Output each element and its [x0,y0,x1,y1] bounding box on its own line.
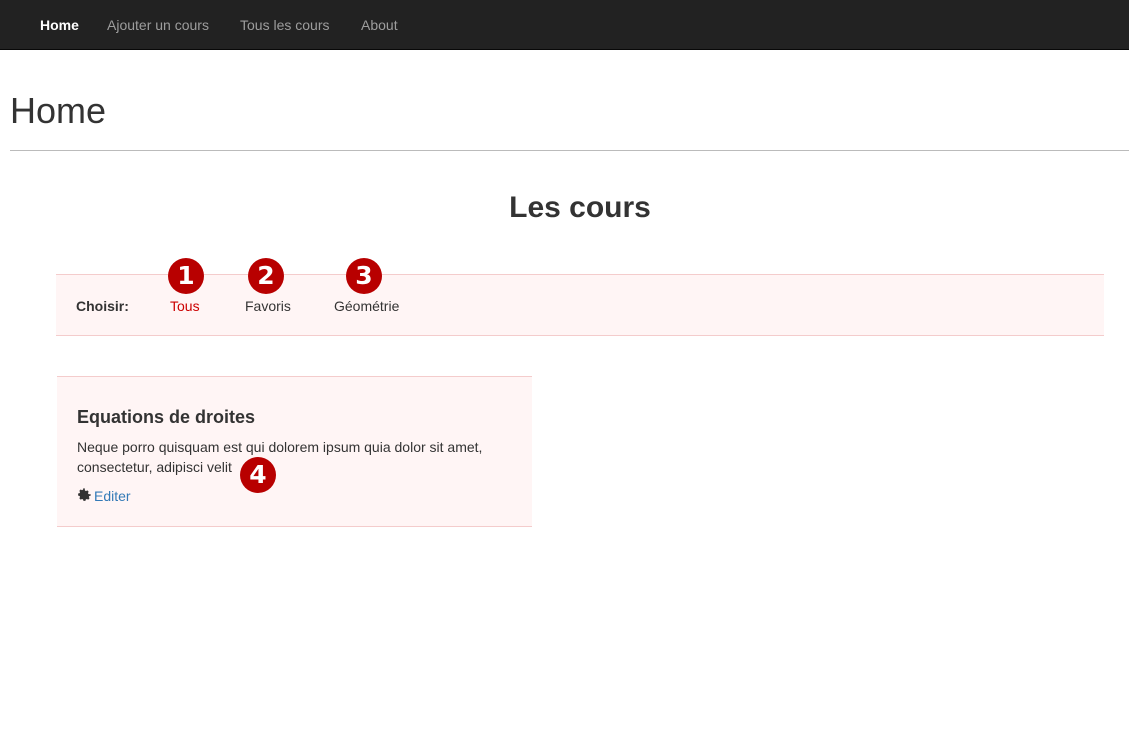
nav-about-link[interactable]: About [361,0,398,50]
filter-bar: Choisir: Tous Favoris Géométrie [56,274,1104,336]
filter-label: Choisir: [76,298,129,314]
page-title: Home [10,90,107,131]
filter-tous[interactable]: Tous [170,298,200,314]
course-card: Equations de droites Neque porro quisqua… [57,376,532,527]
annotation-marker-2: 2 [248,258,284,294]
course-description: Neque porro quisquam est qui dolorem ips… [77,439,483,475]
gear-icon [78,488,91,501]
nav-add-course-link[interactable]: Ajouter un cours [107,0,209,50]
filter-favoris[interactable]: Favoris [245,298,291,314]
annotation-marker-1: 1 [168,258,204,294]
filter-geometrie[interactable]: Géométrie [334,298,399,314]
top-navbar: Home Ajouter un cours Tous les cours Abo… [0,0,1129,50]
edit-label: Editer [94,488,131,504]
title-divider [10,150,1129,151]
section-title: Les cours [509,191,651,224]
annotation-marker-4: 4 [240,457,276,493]
course-title: Equations de droites [77,407,256,427]
edit-course-link[interactable]: Editer [77,487,131,505]
nav-all-courses-link[interactable]: Tous les cours [240,0,329,50]
annotation-marker-3: 3 [346,258,382,294]
nav-home-link[interactable]: Home [40,0,79,50]
